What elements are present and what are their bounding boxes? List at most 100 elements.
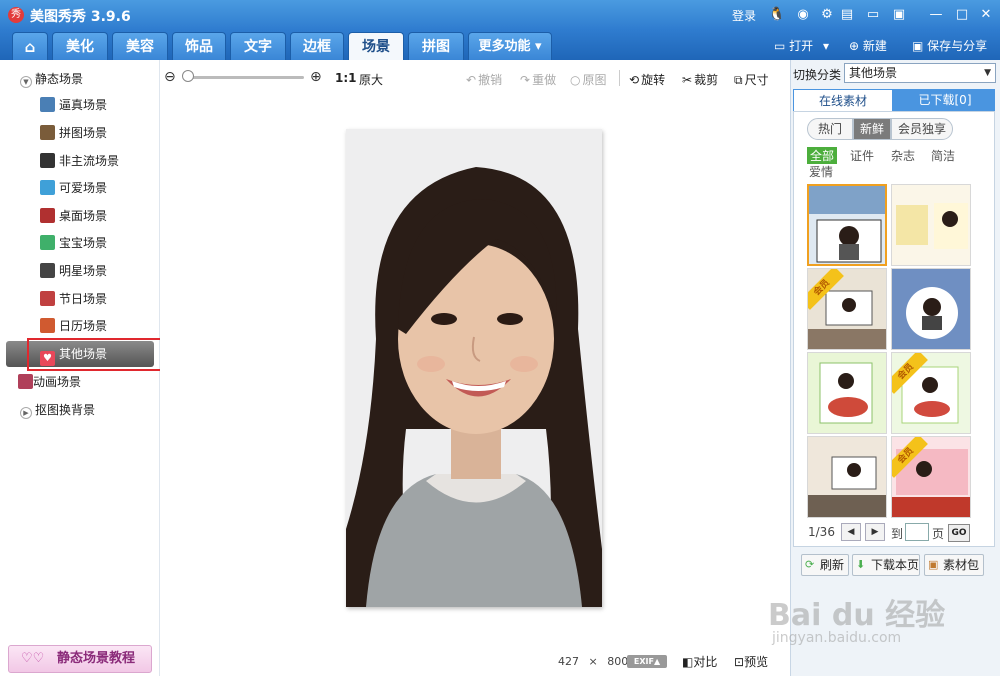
static-scene-group[interactable]: ▼ 静态场景 <box>20 70 83 88</box>
desktop-scene-icon <box>40 208 55 223</box>
prev-page-button[interactable]: ◀ <box>841 523 861 541</box>
baidu-watermark: Bai du 经验 <box>768 598 946 633</box>
original-image-button[interactable]: ○ 原图 <box>570 71 607 88</box>
canvas-area: ⊖ ⊕ 1:1 原大 ↶撤销 ↷重做 ○原图 ⟲旋转 ✂裁剪 ⧉尺寸 <box>160 60 790 676</box>
zoom-in-icon[interactable]: ⊕ <box>310 69 322 85</box>
rotate-label: 旋转 <box>641 73 666 87</box>
original-size-button[interactable]: 原大 <box>359 71 383 88</box>
undo-button[interactable]: ↶ 撤销 <box>466 71 502 88</box>
segment-fresh[interactable]: 新鲜 <box>853 118 891 140</box>
scene-thumbnail[interactable]: 会员 <box>891 436 971 518</box>
filter-all[interactable]: 全部 <box>807 147 838 164</box>
realistic-scene-icon <box>40 97 55 112</box>
static-scene-tutorial-button[interactable]: ♡♡ 静态场景教程 <box>8 645 152 673</box>
rotate-button[interactable]: ⟲ 旋转 <box>629 71 665 88</box>
sidebar-item-desktop[interactable]: 桌面场景 <box>40 207 107 225</box>
login-link[interactable]: 登录 <box>732 7 756 24</box>
tab-text[interactable]: 文字 <box>230 32 286 60</box>
maximize-button[interactable]: □ <box>952 5 972 25</box>
cute-scene-icon <box>40 180 55 195</box>
scene-thumbnail[interactable] <box>807 352 887 434</box>
page-number-input[interactable] <box>905 523 929 541</box>
tab-accessories[interactable]: 饰品 <box>172 32 226 60</box>
scene-thumbnail[interactable] <box>891 184 971 266</box>
segment-hot[interactable]: 热门 <box>807 118 853 140</box>
original-icon: ○ <box>570 73 581 87</box>
category-value: 其他场景 <box>849 66 898 80</box>
image-dimensions: 427 × 800 <box>558 655 628 668</box>
compare-icon: ◧ <box>682 655 694 669</box>
cutout-group[interactable]: ▶ 抠图换背景 <box>20 401 95 419</box>
go-button[interactable]: GO <box>948 524 970 542</box>
skin-icon[interactable]: ▤ <box>838 6 856 24</box>
collapse-icon[interactable]: ▼ <box>20 76 32 88</box>
animation-scene-icon <box>18 374 33 389</box>
material-pack-button[interactable]: ▣ 素材包 <box>924 554 984 576</box>
photo-canvas[interactable] <box>346 129 602 607</box>
app-logo: 秀 <box>8 7 24 23</box>
filter-magazine[interactable]: 杂志 <box>891 147 915 164</box>
sidebar-item-baby[interactable]: 宝宝场景 <box>40 234 107 252</box>
filter-id-photo[interactable]: 证件 <box>850 147 874 164</box>
weibo-icon[interactable]: ◉ <box>794 6 812 24</box>
qq-icon[interactable]: 🐧 <box>768 6 786 24</box>
category-select[interactable]: 其他场景 ▼ <box>844 63 996 83</box>
next-page-button[interactable]: ▶ <box>865 523 885 541</box>
filter-love[interactable]: 爱情 <box>809 163 833 180</box>
settings-icon[interactable]: ⚙ <box>818 6 836 24</box>
new-button[interactable]: ⊕ 新建 <box>849 37 887 54</box>
zoom-ratio[interactable]: 1:1 <box>335 71 357 85</box>
filter-simple[interactable]: 简洁 <box>931 147 955 164</box>
sidebar-item-celebrity[interactable]: 明星场景 <box>40 262 107 280</box>
sidebar-item-alternative[interactable]: 非主流场景 <box>40 152 119 170</box>
message-icon[interactable]: ▭ <box>864 6 882 24</box>
open-dropdown-icon[interactable]: ▾ <box>823 39 829 53</box>
static-scene-label: 静态场景 <box>35 72 84 86</box>
anim-scene-group[interactable]: 动画场景 <box>18 373 81 390</box>
scene-preview-image <box>892 185 970 265</box>
save-share-button[interactable]: ▣ 保存与分享 <box>912 37 987 54</box>
plus-icon: ⊕ <box>849 39 860 53</box>
crop-button[interactable]: ✂ 裁剪 <box>682 71 718 88</box>
open-button[interactable]: ▭ 打开 ▾ <box>774 37 829 54</box>
sidebar-item-holiday[interactable]: 节日场景 <box>40 290 107 308</box>
scene-thumbnail[interactable] <box>807 436 887 518</box>
segment-vip[interactable]: 会员独享 <box>891 118 953 140</box>
cutout-label: 抠图换背景 <box>35 403 96 417</box>
tab-more[interactable]: 更多功能 ▾ <box>468 32 552 60</box>
zoom-slider-handle[interactable] <box>182 70 194 82</box>
minimize-button[interactable]: — <box>926 5 946 25</box>
zoom-out-icon[interactable]: ⊖ <box>164 69 176 85</box>
scene-thumbnail[interactable] <box>891 268 971 350</box>
tab-downloaded[interactable]: 已下载[0] <box>895 89 995 111</box>
package-icon: ▣ <box>928 558 939 571</box>
refresh-button[interactable]: ⟳ 刷新 <box>801 554 849 576</box>
zoom-slider[interactable] <box>186 76 304 79</box>
sidebar-item-collage[interactable]: 拼图场景 <box>40 124 107 142</box>
save-share-label: 保存与分享 <box>927 39 988 53</box>
tab-border[interactable]: 边框 <box>290 32 344 60</box>
sidebar-item-cute[interactable]: 可爱场景 <box>40 179 107 197</box>
tab-scene[interactable]: 场景 <box>348 32 404 60</box>
sidebar-item-label: 逼真场景 <box>59 98 108 112</box>
resize-button[interactable]: ⧉ 尺寸 <box>734 71 769 88</box>
exif-button[interactable]: EXIF▲ <box>627 655 667 668</box>
sidebar-item-calendar[interactable]: 日历场景 <box>40 317 107 335</box>
tab-makeup[interactable]: 美容 <box>112 32 168 60</box>
compare-button[interactable]: ◧对比 <box>682 653 717 670</box>
scene-thumbnail[interactable]: 会员 <box>807 268 887 350</box>
expand-icon[interactable]: ▶ <box>20 407 32 419</box>
download-page-button[interactable]: ⬇ 下载本页 <box>852 554 920 576</box>
preview-button[interactable]: ⊡预览 <box>734 653 768 670</box>
redo-button[interactable]: ↷ 重做 <box>520 71 556 88</box>
tab-online-materials[interactable]: 在线素材 <box>793 89 893 111</box>
sidebar-item-realistic[interactable]: 逼真场景 <box>40 96 107 114</box>
scene-thumbnail[interactable]: 会员 <box>891 352 971 434</box>
tab-collage[interactable]: 拼图 <box>408 32 464 60</box>
scene-thumbnail[interactable] <box>807 184 887 266</box>
menu-icon[interactable]: ▣ <box>890 6 908 24</box>
tab-home[interactable]: ⌂ <box>12 32 48 60</box>
tab-beautify[interactable]: 美化 <box>52 32 108 60</box>
close-button[interactable]: ✕ <box>976 5 996 25</box>
calendar-scene-icon <box>40 318 55 333</box>
